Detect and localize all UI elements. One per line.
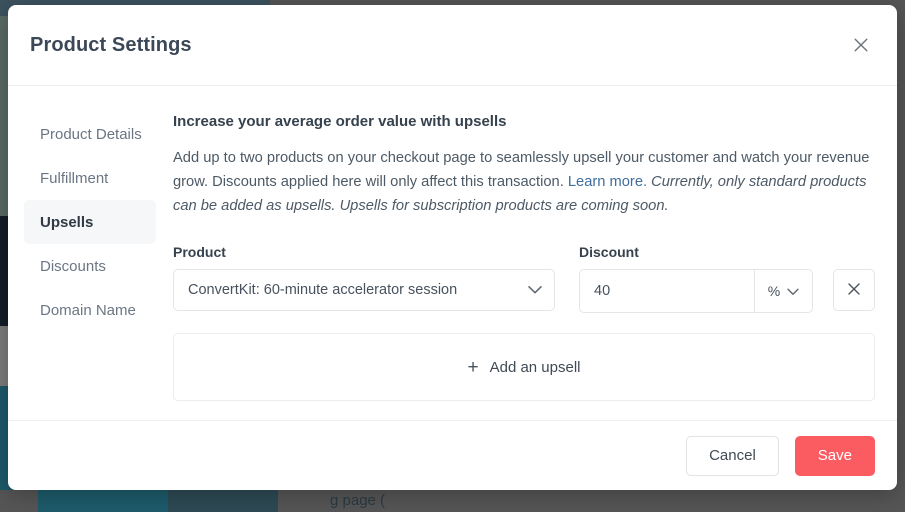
- page-title: Product Settings: [30, 33, 192, 56]
- discount-controls: %: [579, 269, 875, 313]
- dialog-header: Product Settings: [8, 5, 897, 86]
- close-icon: [847, 282, 861, 299]
- upsell-row: Product ConvertKit: 60-minute accelerato…: [173, 244, 875, 313]
- plus-icon: +: [467, 356, 479, 378]
- discount-input-wrapper: %: [579, 269, 813, 313]
- product-settings-dialog: Product Settings Product Details Fulfill…: [8, 5, 897, 490]
- discount-label: Discount: [579, 244, 639, 260]
- backdrop-bottom-block-teal: [38, 490, 168, 512]
- dialog-footer: Cancel Save: [8, 420, 897, 490]
- sidebar-item-fulfillment[interactable]: Fulfillment: [24, 156, 156, 200]
- upsells-panel: Increase your average order value with u…: [156, 112, 897, 420]
- add-upsell-button[interactable]: + Add an upsell: [173, 333, 875, 401]
- product-select[interactable]: ConvertKit: 60-minute accelerator sessio…: [173, 269, 555, 311]
- sidebar-item-upsells[interactable]: Upsells: [24, 200, 156, 244]
- discount-input[interactable]: [580, 270, 754, 312]
- product-select-value: ConvertKit: 60-minute accelerator sessio…: [188, 282, 458, 298]
- product-label: Product: [173, 244, 226, 260]
- sidebar-item-domain-name[interactable]: Domain Name: [24, 288, 156, 332]
- product-field-group: Product ConvertKit: 60-minute accelerato…: [173, 244, 555, 311]
- remove-upsell-button[interactable]: [833, 269, 875, 311]
- sidebar-item-label: Fulfillment: [40, 169, 109, 187]
- cancel-button[interactable]: Cancel: [686, 435, 779, 476]
- add-upsell-label: Add an upsell: [489, 358, 581, 376]
- dialog-body: Product Details Fulfillment Upsells Disc…: [8, 86, 897, 420]
- backdrop-obscured-text: g page (: [330, 492, 386, 509]
- sidebar-item-label: Discounts: [40, 257, 106, 275]
- settings-sidebar: Product Details Fulfillment Upsells Disc…: [8, 112, 156, 420]
- chevron-down-icon: [787, 283, 799, 299]
- backdrop-bottom-block-slate: [168, 490, 278, 512]
- sidebar-item-discounts[interactable]: Discounts: [24, 244, 156, 288]
- discount-field-group: Discount %: [579, 244, 875, 313]
- discount-unit-select[interactable]: %: [754, 270, 812, 312]
- discount-unit-value: %: [767, 283, 781, 299]
- section-description: Add up to two products on your checkout …: [173, 146, 875, 218]
- learn-more-link[interactable]: Learn more.: [568, 174, 647, 190]
- save-button[interactable]: Save: [794, 435, 875, 476]
- close-icon[interactable]: [849, 33, 873, 57]
- sidebar-item-label: Domain Name: [40, 301, 136, 319]
- sidebar-item-product-details[interactable]: Product Details: [24, 112, 156, 156]
- section-heading: Increase your average order value with u…: [173, 113, 507, 130]
- chevron-down-icon: [528, 286, 542, 295]
- sidebar-item-label: Upsells: [40, 213, 94, 231]
- sidebar-item-label: Product Details: [40, 125, 142, 143]
